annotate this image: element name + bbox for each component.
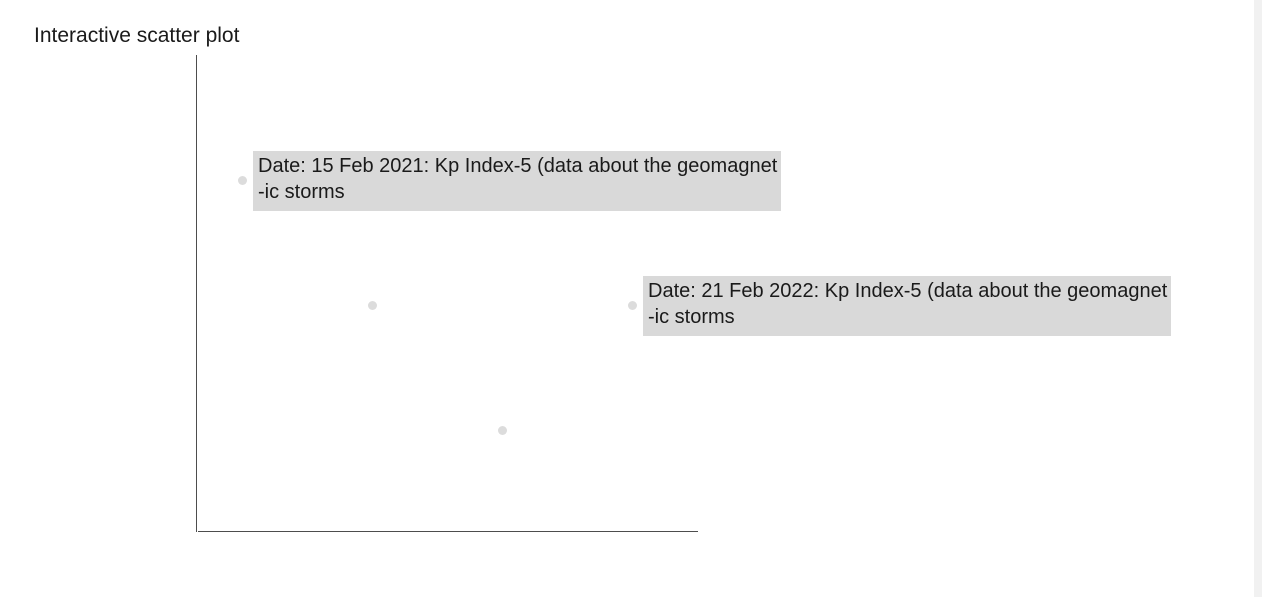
scatter-plot xyxy=(196,55,698,532)
data-point[interactable] xyxy=(237,175,247,185)
data-point[interactable] xyxy=(627,300,637,310)
page-title: Interactive scatter plot xyxy=(34,24,240,47)
x-axis xyxy=(198,531,698,532)
point-tooltip: Date: 21 Feb 2022: Kp Index-5 (data abou… xyxy=(643,276,1172,336)
point-tooltip: Date: 15 Feb 2021: Kp Index-5 (data abou… xyxy=(253,151,782,211)
y-axis xyxy=(196,55,197,532)
scrollbar-track[interactable] xyxy=(1254,0,1262,597)
data-point[interactable] xyxy=(497,425,507,435)
data-point[interactable] xyxy=(367,300,377,310)
